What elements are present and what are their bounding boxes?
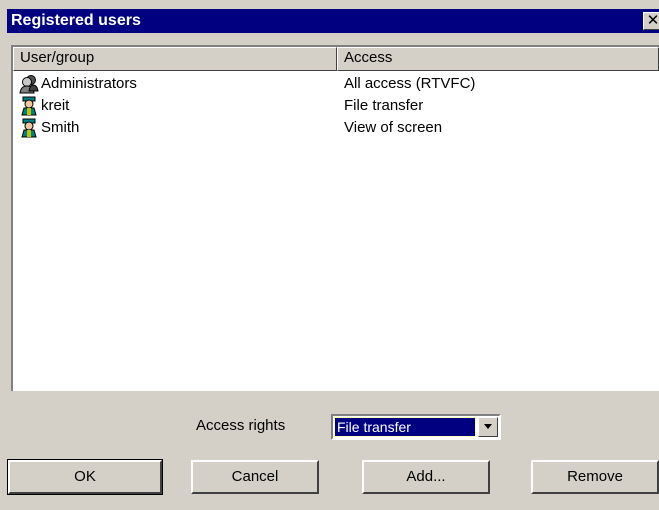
user-icon [21,96,37,116]
remove-button[interactable]: Remove [531,460,659,494]
window-title: Registered users [11,12,141,29]
registered-users-dialog: Registered users ✕ User/group Access Adm… [0,0,659,510]
column-header-access[interactable]: Access [337,47,659,71]
title-bar[interactable]: Registered users ✕ [7,9,659,33]
access-rights-selected: File transfer [334,417,476,437]
cancel-button[interactable]: Cancel [191,460,319,494]
list-item-administrators[interactable]: Administrators All access (RTVFC) [13,73,657,95]
user-access: File transfer [344,97,424,114]
user-icon [21,118,37,138]
list-item-kreit[interactable]: kreit File transfer [13,95,657,117]
list-item-smith[interactable]: Smith View of screen [13,117,657,139]
user-name: kreit [41,97,70,114]
close-icon: ✕ [646,12,659,29]
add-button[interactable]: Add... [362,460,490,494]
user-name: Smith [41,119,80,136]
user-access: View of screen [344,119,443,136]
access-rights-dropdown[interactable]: File transfer [331,414,501,440]
dropdown-arrow-button[interactable] [478,417,498,437]
access-rights-label: Access rights [196,417,286,434]
ok-button[interactable]: OK [7,459,163,495]
users-list[interactable]: User/group Access Administrators All acc… [11,45,659,391]
user-access: All access (RTVFC) [344,75,476,92]
group-icon [19,75,39,94]
chevron-down-icon [484,424,492,429]
user-name: Administrators [41,75,137,92]
column-header-user-group[interactable]: User/group [13,47,337,71]
close-button[interactable]: ✕ [643,12,659,30]
